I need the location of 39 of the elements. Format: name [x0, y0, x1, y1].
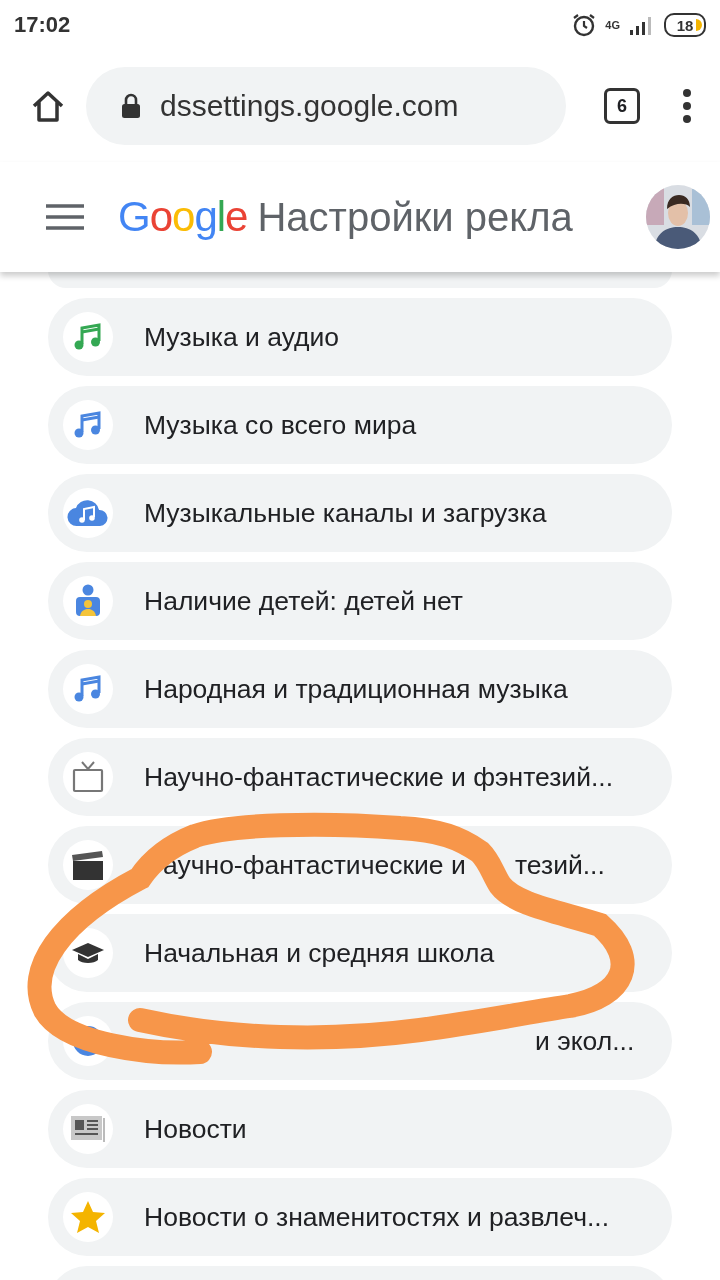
newspaper-icon	[70, 1115, 106, 1143]
list-item[interactable]: Народная и традиционная музыка	[48, 650, 672, 728]
star-icon	[70, 1200, 106, 1234]
status-time: 17:02	[14, 12, 71, 38]
menu-icon[interactable]	[46, 204, 84, 230]
list-item[interactable]: Музыка и аудио	[48, 298, 672, 376]
page-title: Настройки рекла	[257, 194, 574, 240]
graduation-cap-icon	[71, 941, 105, 965]
battery-indicator: 18	[664, 13, 706, 37]
list-item[interactable]: Новости о знаменитостях и развлеч...	[48, 1178, 672, 1256]
item-label: Народная и традиционная музыка	[144, 673, 568, 705]
home-icon[interactable]	[30, 88, 66, 124]
list-item[interactable]: Музыкальные каналы и загрузка	[48, 474, 672, 552]
item-label: Наличие детей: детей нет	[144, 585, 463, 617]
list-item[interactable]: Наличие детей: детей нет	[48, 562, 672, 640]
item-label: Новости	[144, 1113, 247, 1145]
item-label: аучно-фантастические и	[163, 850, 466, 881]
menu-icon[interactable]	[682, 88, 692, 124]
list-item[interactable]: Научно-фантастические и фэнтезий...	[48, 738, 672, 816]
item-label: Начальная и средняя школа	[144, 937, 495, 969]
clapperboard-icon	[71, 849, 105, 881]
logo: Google	[118, 193, 248, 241]
parent-child-icon	[73, 584, 103, 618]
network-label: 4G	[605, 19, 620, 31]
item-label: и экол...	[535, 1026, 635, 1057]
list-item[interactable]: Музыка со всего мира	[48, 386, 672, 464]
tv-icon	[72, 760, 104, 794]
url-text: dssettings.google.com	[160, 89, 459, 123]
cloud-music-icon	[67, 498, 109, 528]
item-label: Музыка и аудио	[144, 321, 340, 353]
item-label: тезий...	[515, 850, 605, 881]
list-item[interactable]: Новости	[48, 1090, 672, 1168]
tab-count-button[interactable]: 6	[604, 88, 640, 124]
item-label: Новости о знаменитостях и развлеч...	[144, 1201, 610, 1233]
address-bar[interactable]: dssettings.google.com	[86, 67, 566, 145]
item-label: Музыкальные каналы и загрузка	[144, 497, 547, 529]
lock-icon	[120, 93, 142, 119]
item-label: Музыка со всего мира	[144, 409, 417, 441]
item-label: Научно-фантастические и фэнтезий...	[144, 761, 614, 793]
